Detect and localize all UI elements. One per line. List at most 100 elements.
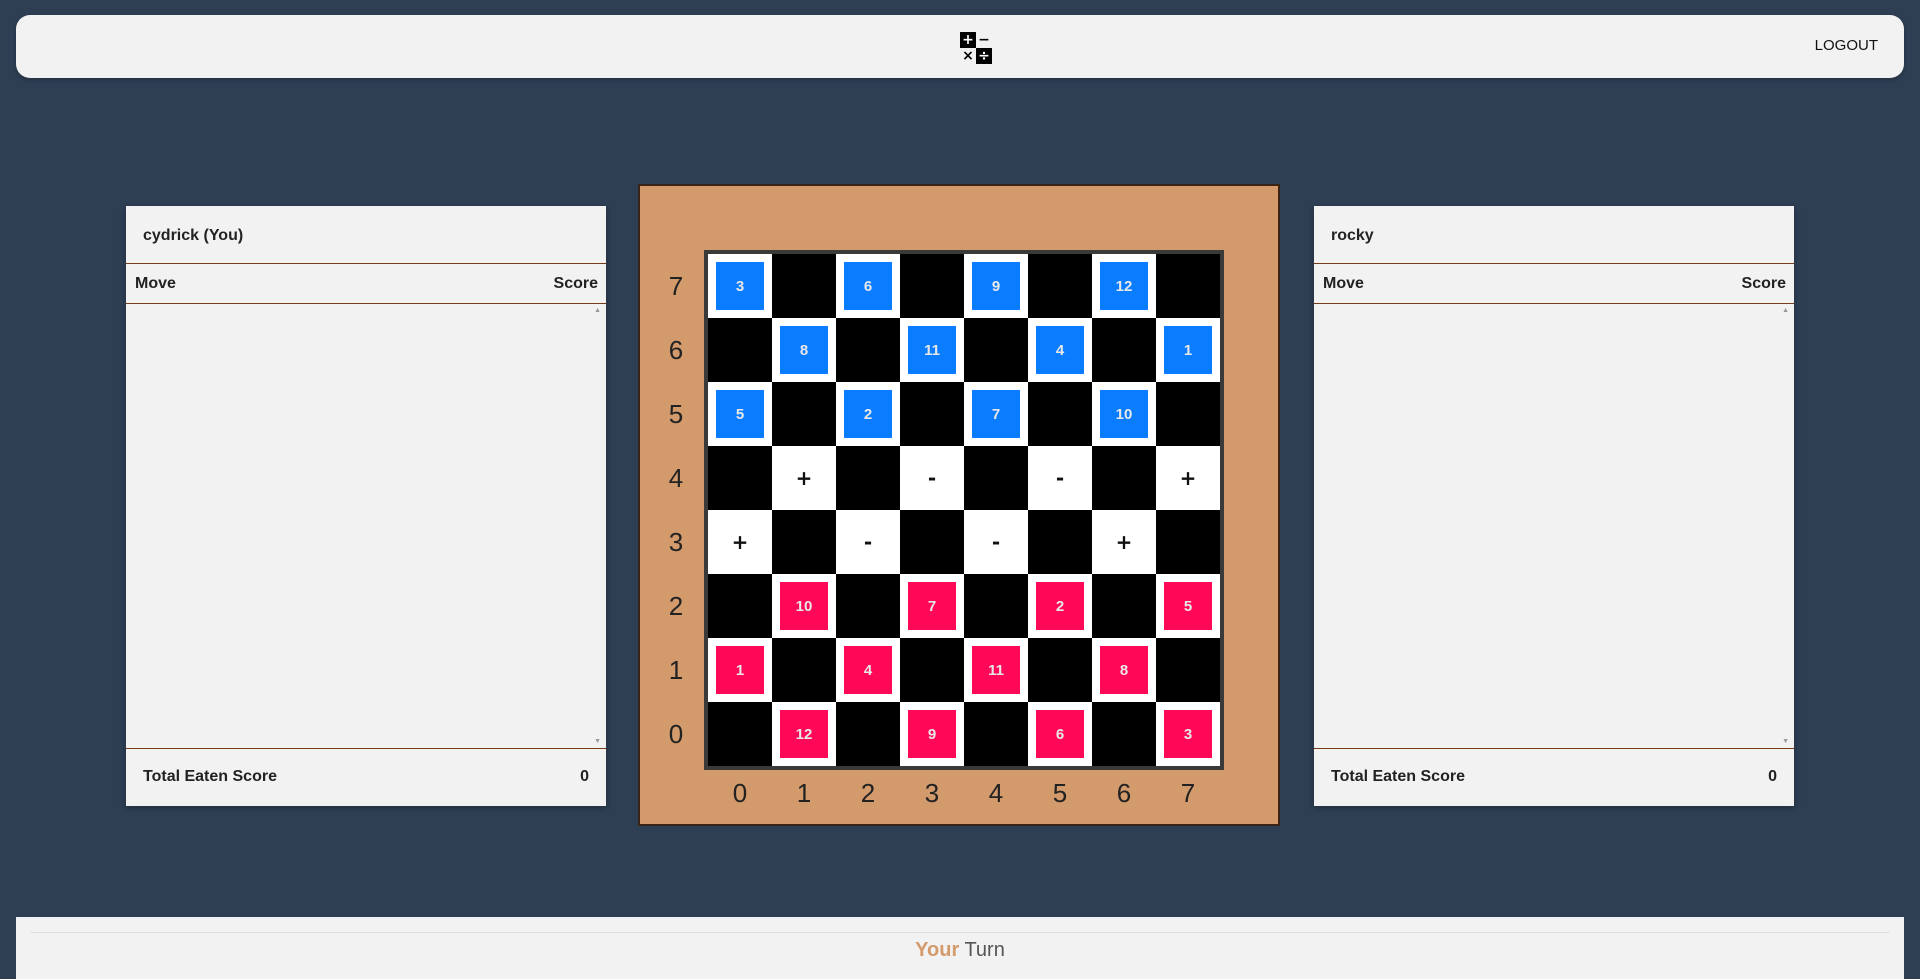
board-square[interactable]: 12: [1092, 254, 1156, 318]
board-square[interactable]: -: [964, 510, 1028, 574]
blue-piece[interactable]: 7: [972, 390, 1020, 438]
board-square[interactable]: [836, 446, 900, 510]
board-square[interactable]: [900, 510, 964, 574]
board-square[interactable]: [1156, 510, 1220, 574]
board-square[interactable]: 6: [1028, 702, 1092, 766]
board-square[interactable]: 5: [708, 382, 772, 446]
blue-piece[interactable]: 5: [716, 390, 764, 438]
blue-piece[interactable]: 4: [1036, 326, 1084, 374]
board-square[interactable]: [772, 510, 836, 574]
board-square[interactable]: [1092, 702, 1156, 766]
move-list[interactable]: ▲ ▼: [126, 304, 606, 748]
scroll-up-arrow-icon[interactable]: ▲: [594, 307, 601, 314]
blue-piece[interactable]: 9: [972, 262, 1020, 310]
board-square[interactable]: 9: [900, 702, 964, 766]
board-square[interactable]: +: [708, 510, 772, 574]
board-square[interactable]: 3: [1156, 702, 1220, 766]
pink-piece[interactable]: 5: [1164, 582, 1212, 630]
board-square[interactable]: [1156, 638, 1220, 702]
board-square[interactable]: -: [1028, 446, 1092, 510]
scroll-down-arrow-icon[interactable]: ▼: [594, 738, 601, 745]
board-square[interactable]: 11: [964, 638, 1028, 702]
pink-piece[interactable]: 2: [1036, 582, 1084, 630]
board-square[interactable]: [708, 318, 772, 382]
pink-piece[interactable]: 4: [844, 646, 892, 694]
logout-button[interactable]: LOGOUT: [1815, 37, 1878, 54]
pink-piece[interactable]: 6: [1036, 710, 1084, 758]
board-square[interactable]: [772, 638, 836, 702]
board-square[interactable]: [964, 574, 1028, 638]
board-square[interactable]: 9: [964, 254, 1028, 318]
board-square[interactable]: 11: [900, 318, 964, 382]
move-list-header: Move Score: [1323, 275, 1786, 293]
board-square[interactable]: 1: [708, 638, 772, 702]
minus-icon: −: [976, 32, 992, 48]
pink-piece[interactable]: 1: [716, 646, 764, 694]
player-name: rocky: [1331, 227, 1374, 244]
board-square[interactable]: 10: [1092, 382, 1156, 446]
board-square[interactable]: [964, 318, 1028, 382]
board-square[interactable]: [900, 638, 964, 702]
blue-piece[interactable]: 8: [780, 326, 828, 374]
move-list[interactable]: ▲ ▼: [1314, 304, 1794, 748]
blue-piece[interactable]: 1: [1164, 326, 1212, 374]
board-square[interactable]: -: [900, 446, 964, 510]
board-square[interactable]: [1092, 318, 1156, 382]
board-square[interactable]: +: [772, 446, 836, 510]
board-square[interactable]: -: [836, 510, 900, 574]
board-square[interactable]: [1028, 254, 1092, 318]
board-square[interactable]: [708, 446, 772, 510]
board-square[interactable]: [1028, 382, 1092, 446]
board-square[interactable]: [900, 254, 964, 318]
pink-piece[interactable]: 9: [908, 710, 956, 758]
board-square[interactable]: [708, 702, 772, 766]
blue-piece[interactable]: 12: [1100, 262, 1148, 310]
board-square[interactable]: 2: [836, 382, 900, 446]
board-square[interactable]: 3: [708, 254, 772, 318]
board-square[interactable]: [836, 574, 900, 638]
board-square[interactable]: 2: [1028, 574, 1092, 638]
board-square[interactable]: [772, 254, 836, 318]
board-square[interactable]: [1156, 254, 1220, 318]
blue-piece[interactable]: 3: [716, 262, 764, 310]
pink-piece[interactable]: 12: [780, 710, 828, 758]
board-square[interactable]: 4: [1028, 318, 1092, 382]
board-square[interactable]: 8: [1092, 638, 1156, 702]
board-square[interactable]: 1: [1156, 318, 1220, 382]
board-square[interactable]: +: [1156, 446, 1220, 510]
board-square[interactable]: +: [1092, 510, 1156, 574]
board-square[interactable]: 7: [900, 574, 964, 638]
rank-label: 3: [668, 526, 684, 557]
board-square[interactable]: 5: [1156, 574, 1220, 638]
board-square[interactable]: [708, 574, 772, 638]
board-square[interactable]: [836, 318, 900, 382]
blue-piece[interactable]: 10: [1100, 390, 1148, 438]
operator-symbol: +: [1179, 466, 1197, 490]
pink-piece[interactable]: 7: [908, 582, 956, 630]
blue-piece[interactable]: 11: [908, 326, 956, 374]
board-square[interactable]: [836, 702, 900, 766]
board-square[interactable]: [772, 382, 836, 446]
board-square[interactable]: [1028, 510, 1092, 574]
board-square[interactable]: 4: [836, 638, 900, 702]
board-square[interactable]: 7: [964, 382, 1028, 446]
pink-piece[interactable]: 8: [1100, 646, 1148, 694]
blue-piece[interactable]: 2: [844, 390, 892, 438]
pink-piece[interactable]: 11: [972, 646, 1020, 694]
board-square[interactable]: [1028, 638, 1092, 702]
board-square[interactable]: [964, 446, 1028, 510]
board-square[interactable]: 10: [772, 574, 836, 638]
board-square[interactable]: [1092, 446, 1156, 510]
board-square[interactable]: 12: [772, 702, 836, 766]
board-square[interactable]: [900, 382, 964, 446]
scroll-up-arrow-icon[interactable]: ▲: [1782, 307, 1789, 314]
pink-piece[interactable]: 10: [780, 582, 828, 630]
board-square[interactable]: [964, 702, 1028, 766]
board-square[interactable]: [1156, 382, 1220, 446]
scroll-down-arrow-icon[interactable]: ▼: [1782, 738, 1789, 745]
board-square[interactable]: [1092, 574, 1156, 638]
blue-piece[interactable]: 6: [844, 262, 892, 310]
board-square[interactable]: 6: [836, 254, 900, 318]
board-square[interactable]: 8: [772, 318, 836, 382]
pink-piece[interactable]: 3: [1164, 710, 1212, 758]
